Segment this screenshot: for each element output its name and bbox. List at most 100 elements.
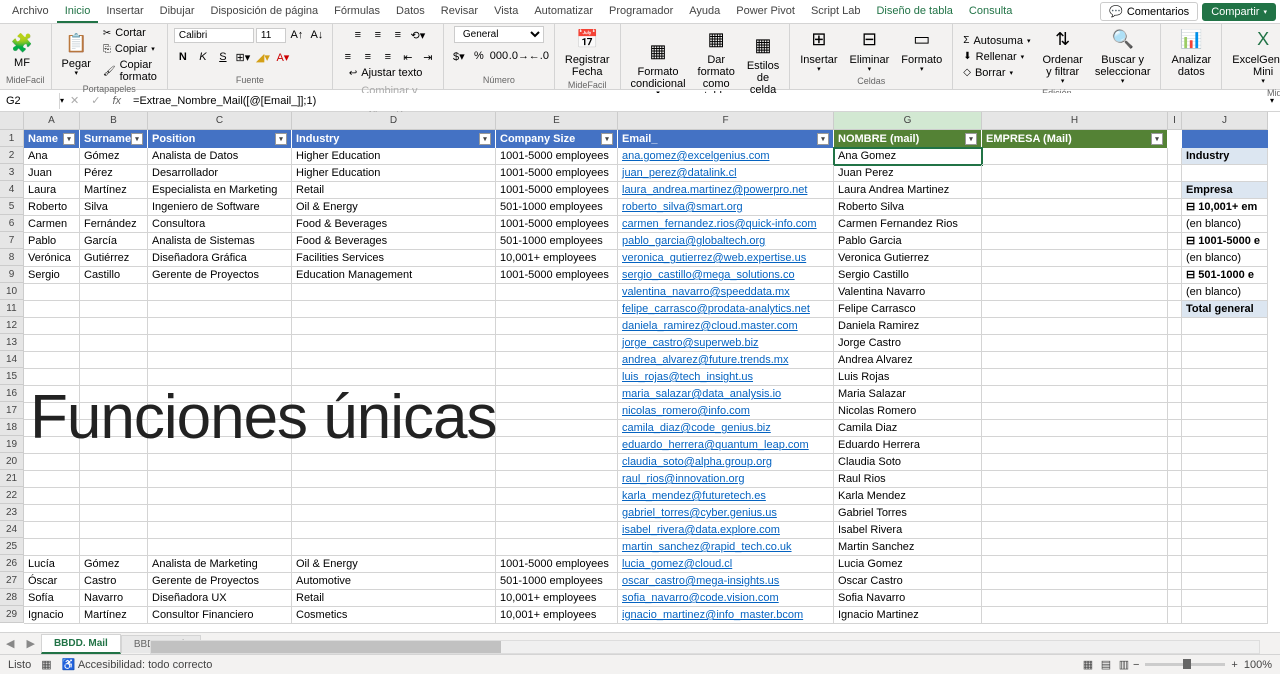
cell[interactable]: 10,001+ employees (496, 590, 618, 607)
cell[interactable] (982, 250, 1168, 267)
cell[interactable]: Veronica Gutierrez (834, 250, 982, 267)
row-header-28[interactable]: 28 (0, 589, 24, 606)
cell[interactable] (148, 505, 292, 522)
cell[interactable] (292, 454, 496, 471)
cell[interactable] (292, 539, 496, 556)
cell[interactable] (1168, 216, 1182, 233)
row-header-19[interactable]: 19 (0, 436, 24, 453)
cell[interactable] (1168, 165, 1182, 182)
fx-icon[interactable]: fx (106, 95, 127, 107)
cell[interactable]: Sergio Castillo (834, 267, 982, 284)
cell[interactable] (982, 573, 1168, 590)
cell[interactable] (24, 488, 80, 505)
menu-disposición-de-página[interactable]: Disposición de página (203, 1, 327, 23)
cell[interactable]: carmen_fernandez.rios@quick-info.com (618, 216, 834, 233)
font-size-select[interactable] (256, 28, 286, 43)
cell[interactable]: camila_diaz@code_genius.biz (618, 420, 834, 437)
row-header-26[interactable]: 26 (0, 555, 24, 572)
cell[interactable] (1168, 318, 1182, 335)
cell[interactable] (982, 607, 1168, 624)
cell[interactable]: García (80, 233, 148, 250)
cell[interactable]: Retail (292, 182, 496, 199)
menu-dibujar[interactable]: Dibujar (152, 1, 203, 23)
pivot-cell[interactable] (1182, 539, 1268, 556)
pivot-cell[interactable] (1182, 403, 1268, 420)
cell[interactable]: Castillo (80, 267, 148, 284)
cell[interactable]: Pablo (24, 233, 80, 250)
paste-button[interactable]: 📋Pegar▾ (58, 30, 95, 80)
filter-button[interactable]: ▾ (965, 133, 977, 145)
clear-button[interactable]: ◇ Borrar ▾ (959, 66, 1034, 80)
view-layout-button[interactable]: ▤ (1097, 656, 1115, 674)
cell[interactable] (1168, 369, 1182, 386)
table-header-company-size[interactable]: Company Size▾ (496, 130, 618, 148)
cell[interactable]: Desarrollador (148, 165, 292, 182)
menu-script-lab[interactable]: Script Lab (803, 1, 869, 23)
cell[interactable]: Silva (80, 199, 148, 216)
pivot-cell[interactable] (1182, 556, 1268, 573)
row-header-25[interactable]: 25 (0, 538, 24, 555)
table-header-name[interactable]: Name▾ (24, 130, 80, 148)
pivot-cell[interactable] (1182, 573, 1268, 590)
cell[interactable]: Food & Beverages (292, 233, 496, 250)
row-header-7[interactable]: 7 (0, 232, 24, 249)
pivot-cell[interactable] (1182, 590, 1268, 607)
underline-button[interactable]: S (214, 48, 232, 66)
cell[interactable]: oscar_castro@mega-insights.us (618, 573, 834, 590)
cell[interactable]: Analista de Sistemas (148, 233, 292, 250)
enter-formula-icon[interactable]: ✓ (85, 94, 106, 107)
accessibility-status[interactable]: ♿ Accesibilidad: todo correcto (62, 658, 213, 671)
excelgenius-button[interactable]: XExcelGenuis Mini▾ (1228, 26, 1280, 88)
pivot-cell[interactable]: ⊟ 10,001+ em (1182, 199, 1268, 216)
cell[interactable] (80, 505, 148, 522)
cell[interactable]: 501-1000 employees (496, 573, 618, 590)
cell[interactable]: Jorge Castro (834, 335, 982, 352)
cell[interactable]: 1001-5000 employees (496, 148, 618, 165)
row-header-16[interactable]: 16 (0, 385, 24, 402)
cell[interactable] (24, 505, 80, 522)
col-header-F[interactable]: F (618, 112, 834, 130)
row-header-11[interactable]: 11 (0, 300, 24, 317)
cell[interactable]: Felipe Carrasco (834, 301, 982, 318)
cell[interactable]: Automotive (292, 573, 496, 590)
indent-inc-button[interactable]: ⇥ (419, 48, 437, 66)
sheet-tab-active[interactable]: BBDD. Mail (41, 634, 121, 654)
cell[interactable] (982, 556, 1168, 573)
cell[interactable] (80, 471, 148, 488)
col-header-J[interactable]: J (1182, 112, 1268, 130)
align-top-button[interactable]: ≡ (349, 26, 367, 44)
col-header-H[interactable]: H (982, 112, 1168, 130)
zoom-in-button[interactable]: + (1231, 659, 1237, 671)
cell[interactable] (24, 369, 80, 386)
cell[interactable]: Oil & Energy (292, 556, 496, 573)
row-header-27[interactable]: 27 (0, 572, 24, 589)
pivot-cell[interactable] (1182, 165, 1268, 182)
cell[interactable]: ana.gomez@excelgenius.com (618, 148, 834, 165)
cell[interactable]: Juan (24, 165, 80, 182)
delete-cells-button[interactable]: ⊟Eliminar▾ (846, 26, 894, 76)
cell[interactable]: veronica_gutierrez@web.expertise.us (618, 250, 834, 267)
cut-button[interactable]: ✂ Cortar (99, 26, 161, 40)
cell[interactable] (148, 301, 292, 318)
cell[interactable]: Food & Beverages (292, 216, 496, 233)
cell[interactable] (982, 165, 1168, 182)
cell[interactable]: Verónica (24, 250, 80, 267)
cell[interactable]: Ingeniero de Software (148, 199, 292, 216)
cell[interactable]: Castro (80, 573, 148, 590)
cell[interactable] (1168, 250, 1182, 267)
cell[interactable] (1168, 556, 1182, 573)
cell[interactable] (80, 301, 148, 318)
table-header-email_[interactable]: Email_▾ (618, 130, 834, 148)
cell[interactable]: Martínez (80, 182, 148, 199)
cell[interactable] (982, 590, 1168, 607)
filter-button[interactable]: ▾ (601, 133, 613, 145)
cell[interactable]: Oil & Energy (292, 199, 496, 216)
cell[interactable]: Especialista en Marketing (148, 182, 292, 199)
cell[interactable]: Pérez (80, 165, 148, 182)
copy-button[interactable]: ⎘ Copiar ▾ (99, 42, 161, 56)
cell[interactable] (1168, 352, 1182, 369)
cell[interactable] (982, 539, 1168, 556)
cell[interactable]: ignacio_martinez@info_master.bcom (618, 607, 834, 624)
table-header-nombre-(mail)[interactable]: NOMBRE (mail)▾ (834, 130, 982, 148)
cell[interactable]: claudia_soto@alpha.group.org (618, 454, 834, 471)
